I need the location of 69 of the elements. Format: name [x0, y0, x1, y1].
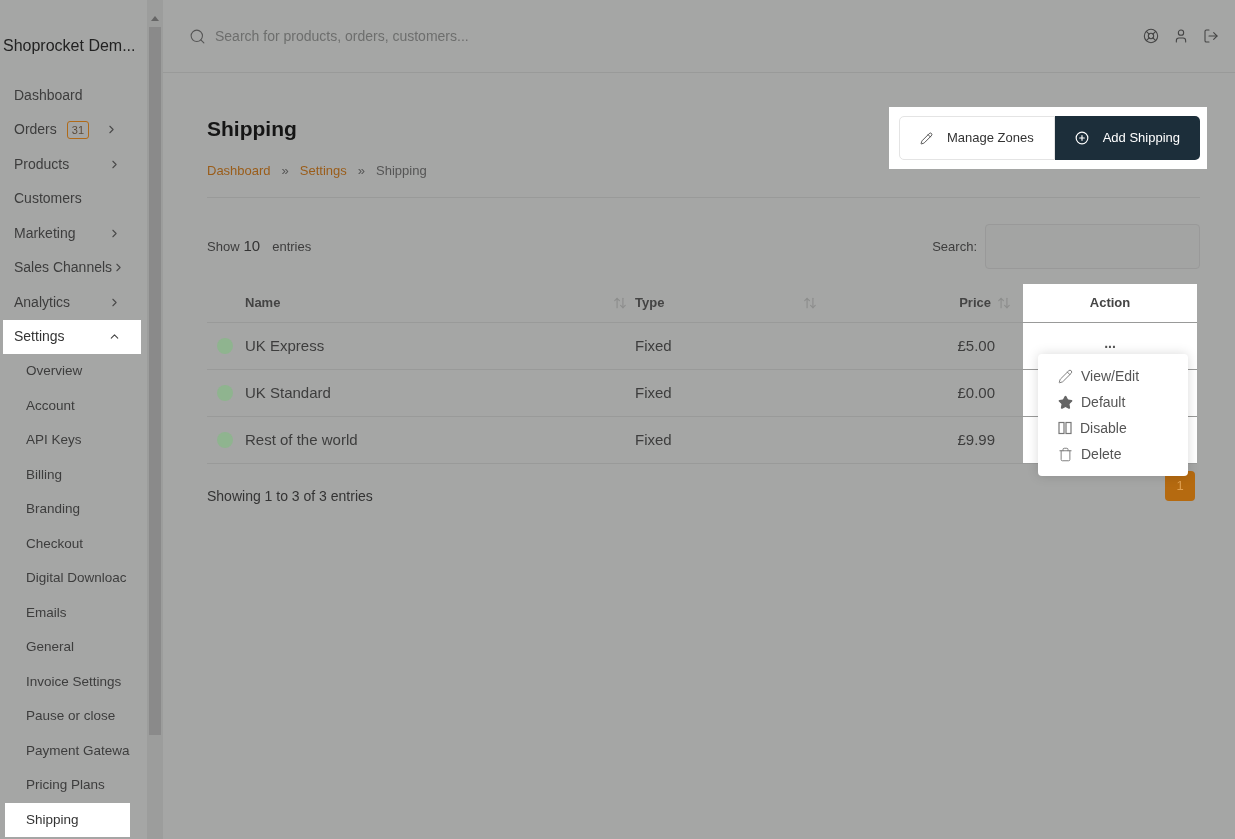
submenu-item[interactable]: Pricing Plans	[5, 768, 130, 803]
help-icon[interactable]	[1143, 28, 1159, 44]
submenu-item[interactable]: Overview	[5, 354, 130, 389]
more-button[interactable]: ...	[1104, 336, 1116, 356]
nav-item[interactable]: Settings	[3, 319, 141, 354]
breadcrumb-text: Shipping	[376, 161, 427, 180]
menu-item[interactable]: Delete	[1058, 444, 1188, 464]
nav-item[interactable]: Analytics	[3, 285, 141, 320]
sort-icon[interactable]	[803, 296, 817, 310]
submenu-item[interactable]: API Keys	[5, 423, 130, 458]
table-cell-text: £5.00	[956, 335, 996, 356]
submenu-item[interactable]: Pause or close	[5, 699, 130, 734]
search-icon	[189, 27, 206, 45]
menu-item[interactable]: View/Edit	[1058, 366, 1188, 386]
sort-icon[interactable]	[613, 296, 627, 310]
table-cell-text: UK Standard	[245, 382, 332, 403]
submenu-item[interactable]: Billing	[5, 457, 130, 492]
column-header[interactable]: Price	[825, 284, 1023, 322]
search-field[interactable]: Search for products, orders, customers...	[215, 25, 815, 47]
submenu-item[interactable]: Payment Gatewa	[5, 733, 130, 768]
store-name[interactable]: Shoprocket Dem...	[3, 34, 147, 58]
submenu-item[interactable]: Digital Downloac	[5, 561, 130, 596]
table-cell-text: Fixed	[635, 382, 673, 403]
nav-item[interactable]: Products	[3, 147, 141, 182]
scrollbar[interactable]	[147, 0, 163, 839]
column-header: Action	[1023, 284, 1197, 322]
table-cell-text: Rest of the world	[245, 429, 359, 450]
trash-icon	[1058, 446, 1073, 462]
breadcrumb-text: »	[357, 161, 366, 180]
length-label: entries	[272, 237, 312, 256]
table-cell-text: UK Express	[245, 335, 326, 356]
submenu-item[interactable]: Invoice Settings	[5, 664, 130, 699]
submenu-item[interactable]: Branding	[5, 492, 130, 527]
table-cell-text: Fixed	[635, 335, 673, 356]
table-cell-text: Fixed	[635, 429, 673, 450]
plus-circle-icon	[1074, 131, 1089, 145]
submenu-item[interactable]: General	[5, 630, 130, 665]
table-cell-text: £0.00	[956, 382, 996, 403]
menu-item[interactable]: Disable	[1058, 418, 1188, 438]
sort-icon[interactable]	[997, 296, 1011, 310]
nav-item[interactable]: Orders 31	[3, 112, 141, 147]
pencil-icon	[1058, 368, 1073, 384]
user-icon[interactable]	[1173, 28, 1189, 44]
submenu-item[interactable]: Checkout	[5, 526, 130, 561]
nav-item[interactable]: Sales Channels	[3, 250, 141, 285]
table-cell-text: £9.99	[956, 429, 996, 450]
column-header[interactable]: Type	[635, 284, 825, 322]
submenu-item[interactable]: Account	[5, 388, 130, 423]
columns-icon	[1058, 421, 1072, 435]
star-icon	[1058, 394, 1073, 410]
scroll-up-icon[interactable]	[151, 16, 159, 21]
add-shipping-button[interactable]: Add Shipping	[1054, 116, 1200, 160]
column-header[interactable]: Name	[245, 284, 635, 322]
nav-item[interactable]: Customers	[3, 181, 141, 216]
pencil-icon	[919, 131, 933, 145]
logout-icon[interactable]	[1203, 28, 1219, 44]
breadcrumb-text: »	[281, 161, 289, 180]
length-label: Show	[207, 237, 240, 256]
menu-item[interactable]: Default	[1058, 392, 1188, 412]
table-info: Showing 1 to 3 of 3 entries	[207, 487, 373, 506]
page-title: Shipping	[207, 116, 298, 142]
manage-zones-button[interactable]: Manage Zones	[898, 116, 1055, 160]
length-select[interactable]: 10	[243, 235, 261, 258]
submenu-item[interactable]: Emails	[5, 595, 130, 630]
count-badge: 31	[66, 120, 90, 139]
submenu-item[interactable]: Shipping	[5, 802, 130, 837]
search-label: Search:	[932, 237, 977, 256]
nav-item[interactable]: Dashboard	[3, 78, 141, 113]
nav-item[interactable]: Marketing	[3, 216, 141, 251]
